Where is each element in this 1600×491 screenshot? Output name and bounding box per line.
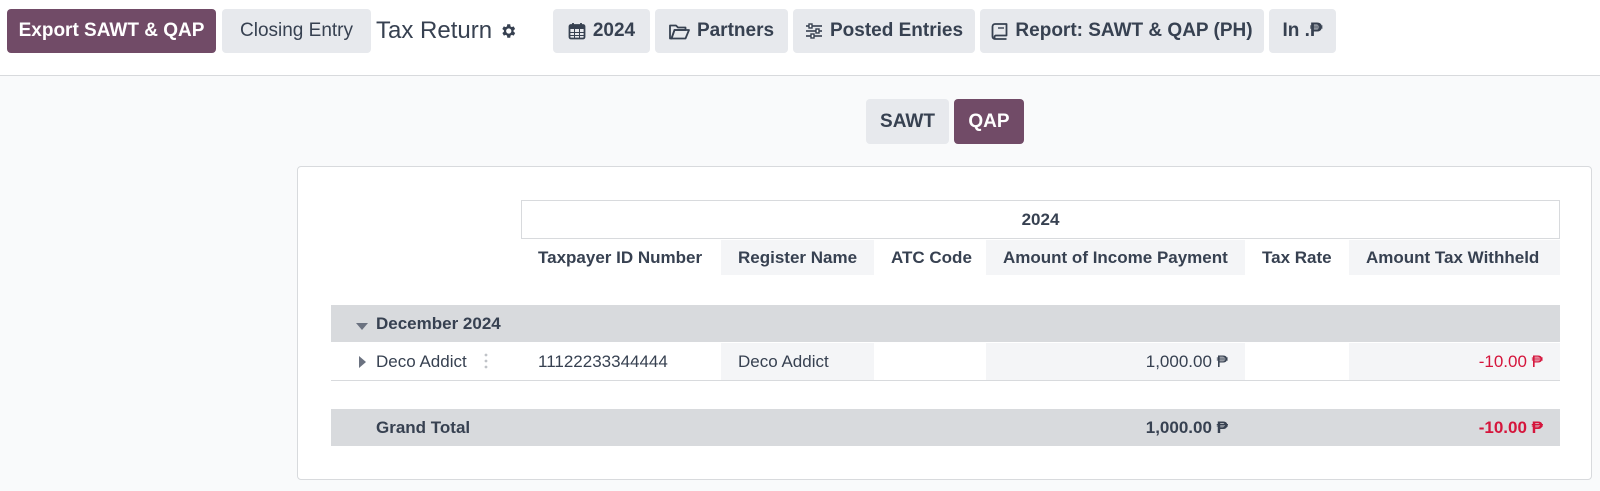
group-row-band xyxy=(331,305,1560,342)
cell-income-payment[interactable]: 1,000.00 ₱ xyxy=(986,343,1245,380)
control-panel: Export SAWT & QAP Closing Entry Tax Retu… xyxy=(0,0,1600,76)
filter-date-label: 2024 xyxy=(592,20,636,41)
row-divider xyxy=(331,380,1560,381)
sawt-toggle-button[interactable]: SAWT xyxy=(866,99,949,144)
column-header-register-name: Register Name xyxy=(721,240,874,275)
calendar-icon xyxy=(568,22,586,40)
filter-report-label: Report: SAWT & QAP (PH) xyxy=(1015,20,1253,41)
grand-total-label: Grand Total xyxy=(376,417,471,437)
folder-open-icon xyxy=(669,23,690,40)
export-sawt-qap-button[interactable]: Export SAWT & QAP xyxy=(7,9,216,53)
sawt-toggle-label: SAWT xyxy=(880,110,935,132)
kebab-menu-icon[interactable] xyxy=(484,352,488,375)
column-header-atc-code: ATC Code xyxy=(891,247,972,267)
caret-down-icon[interactable] xyxy=(356,318,368,336)
row-label-deco-addict[interactable]: Deco Addict xyxy=(376,343,467,380)
group-row-label[interactable]: December 2024 xyxy=(376,305,501,342)
closing-entry-button[interactable]: Closing Entry xyxy=(222,9,371,53)
filter-posted-entries-button[interactable]: Posted Entries xyxy=(793,9,975,53)
filter-partners-label: Partners xyxy=(696,20,775,41)
sliders-icon xyxy=(805,23,823,39)
column-header-income-payment: Amount of Income Payment xyxy=(986,240,1245,275)
filter-currency-label: In .₱ xyxy=(1282,20,1323,41)
period-header: 2024 xyxy=(521,200,1560,239)
filter-posted-entries-label: Posted Entries xyxy=(829,20,964,41)
gear-icon[interactable] xyxy=(499,22,517,45)
export-button-label: Export SAWT & QAP xyxy=(18,20,205,41)
filter-date-button[interactable]: 2024 xyxy=(553,9,650,53)
qap-toggle-label: QAP xyxy=(968,110,1010,132)
cell-tax-withheld[interactable]: -10.00 ₱ xyxy=(1349,343,1560,380)
column-header-taxpayer-id: Taxpayer ID Number xyxy=(538,247,703,267)
qap-toggle-button[interactable]: QAP xyxy=(954,99,1024,144)
cell-register-name: Deco Addict xyxy=(738,351,829,371)
cell-atc-code xyxy=(874,343,986,380)
cell-taxpayer-id: 11122233344444 xyxy=(538,351,668,371)
filter-partners-button[interactable]: Partners xyxy=(655,9,788,53)
grand-total-income-payment: 1,000.00 ₱ xyxy=(1145,417,1228,437)
book-icon xyxy=(991,22,1008,40)
closing-entry-label: Closing Entry xyxy=(240,20,353,41)
filter-currency-button[interactable]: In .₱ xyxy=(1269,9,1336,53)
column-header-tax-withheld: Amount Tax Withheld xyxy=(1349,240,1560,275)
filter-report-button[interactable]: Report: SAWT & QAP (PH) xyxy=(980,9,1264,53)
column-header-tax-rate: Tax Rate xyxy=(1262,247,1332,267)
caret-right-icon[interactable] xyxy=(359,355,366,373)
breadcrumb-title: Tax Return xyxy=(376,17,493,44)
cell-tax-rate xyxy=(1245,343,1349,380)
grand-total-tax-withheld: -10.00 ₱ xyxy=(1478,417,1543,437)
